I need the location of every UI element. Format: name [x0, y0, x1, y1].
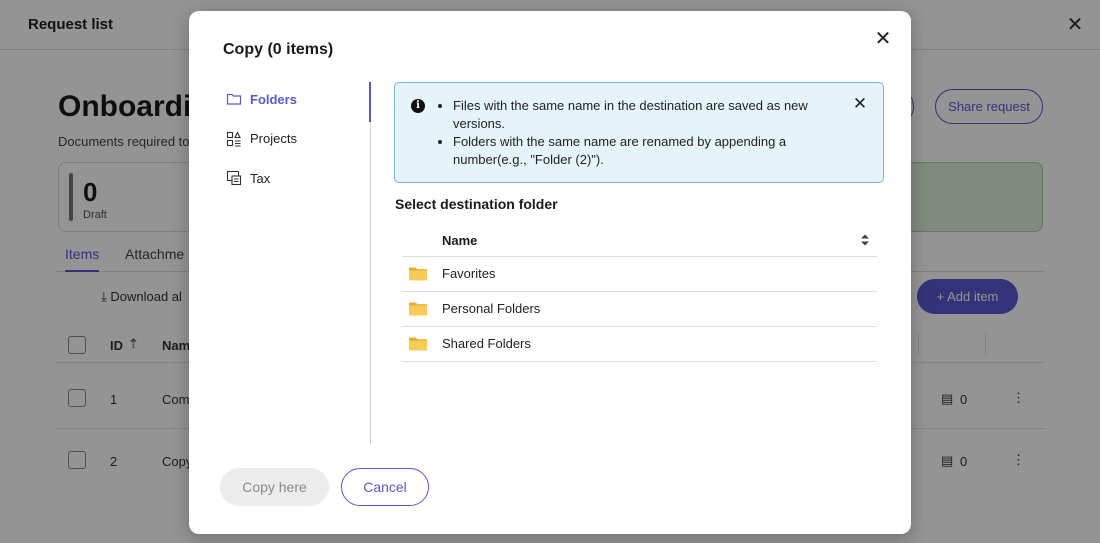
projects-icon	[226, 130, 242, 147]
nav-item-label: Tax	[250, 170, 271, 186]
destination-nav: Folders Projects Tax	[226, 89, 366, 208]
folder-icon	[409, 267, 427, 281]
close-icon[interactable]: ✕	[871, 27, 895, 51]
nav-active-indicator	[369, 82, 371, 122]
nav-item-folders[interactable]: Folders	[226, 89, 366, 109]
sort-icon[interactable]	[859, 232, 871, 248]
nav-item-tax[interactable]: Tax	[226, 168, 366, 188]
dismiss-info-icon[interactable]: ✕	[851, 95, 869, 113]
column-name-header[interactable]: Name	[442, 233, 477, 248]
table-header: Name	[402, 224, 877, 257]
copy-dialog: Copy (0 items) ✕ Folders Projects Tax i …	[189, 11, 911, 534]
info-icon: i	[411, 99, 425, 113]
nav-item-label: Folders	[250, 91, 297, 107]
copy-here-button[interactable]: Copy here	[220, 468, 329, 506]
folder-name: Favorites	[442, 266, 496, 281]
folder-name: Shared Folders	[442, 336, 531, 351]
folder-name: Personal Folders	[442, 301, 541, 316]
nav-divider	[370, 82, 371, 444]
info-item: Folders with the same name are renamed b…	[453, 133, 833, 169]
folder-outline-icon	[226, 91, 242, 107]
dialog-title: Copy (0 items)	[223, 41, 334, 58]
cancel-button[interactable]: Cancel	[341, 468, 429, 506]
info-item: Files with the same name in the destinat…	[453, 97, 833, 133]
table-row[interactable]: Personal Folders	[402, 292, 877, 327]
nav-item-projects[interactable]: Projects	[226, 129, 366, 149]
section-title: Select destination folder	[395, 196, 558, 212]
table-row[interactable]: Shared Folders	[402, 327, 877, 362]
tax-icon	[226, 170, 242, 186]
info-list: Files with the same name in the destinat…	[453, 97, 833, 169]
nav-item-label: Projects	[250, 131, 297, 146]
folder-table: Name Favorites Personal Folders Shared F…	[402, 224, 877, 362]
folder-icon	[409, 302, 427, 316]
table-row[interactable]: Favorites	[402, 257, 877, 292]
info-banner: i Files with the same name in the destin…	[394, 82, 884, 183]
folder-icon	[409, 337, 427, 351]
